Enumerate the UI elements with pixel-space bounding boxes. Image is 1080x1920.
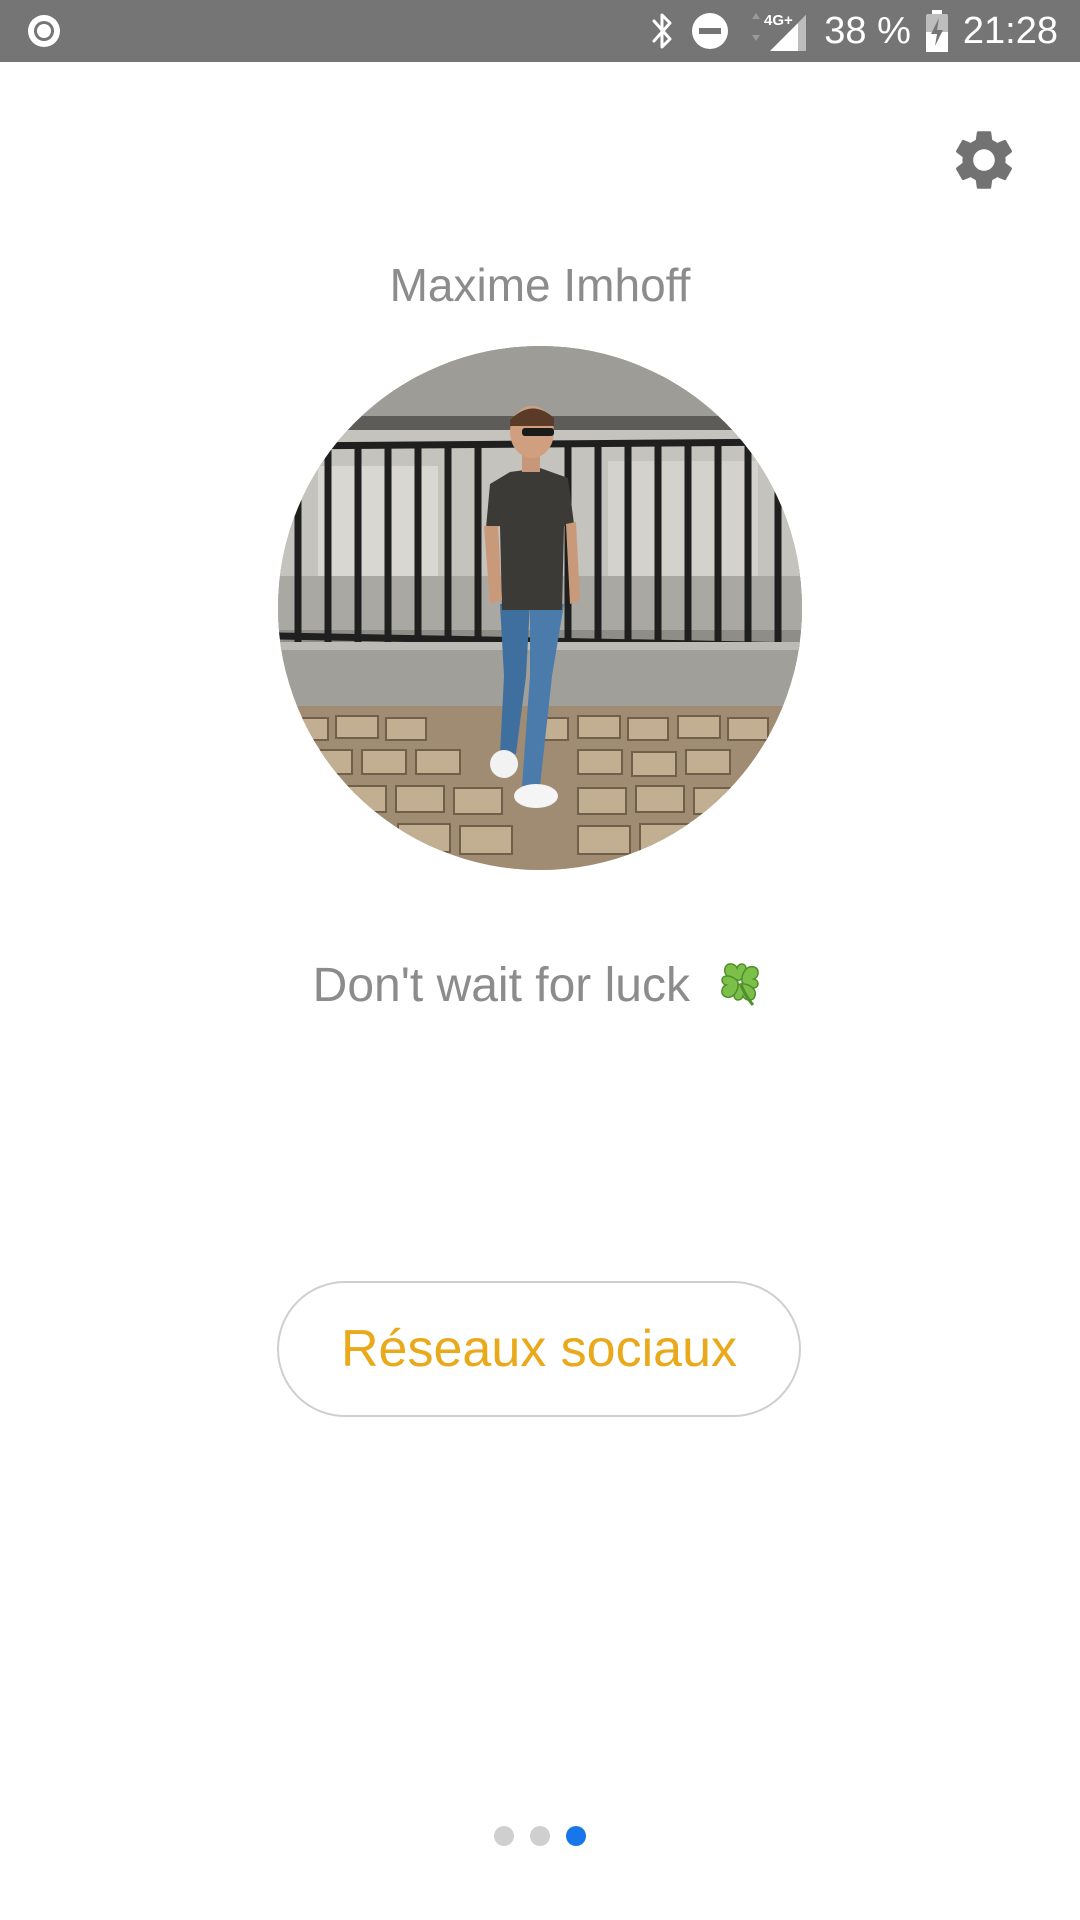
four-leaf-clover-icon: [713, 955, 767, 1021]
signal-icon: 4G+: [744, 9, 810, 53]
do-not-disturb-icon: [690, 11, 730, 51]
tagline-text: Don't wait for luck: [312, 959, 690, 1012]
bluetooth-icon: [650, 11, 676, 51]
network-type: 4G+: [764, 12, 793, 29]
gear-icon: [948, 124, 1020, 201]
settings-button[interactable]: [940, 118, 1028, 206]
social-networks-button[interactable]: Réseaux sociaux: [277, 1281, 801, 1417]
profile-avatar[interactable]: [278, 346, 802, 870]
battery-percent: 38 %: [824, 10, 911, 52]
battery-charging-icon: [925, 10, 949, 52]
page-indicator: [0, 1826, 1080, 1846]
profile-screen: 4G+ 38 % 21:28 Maxime Imhoff Don't wait …: [0, 0, 1080, 1920]
page-dot-2[interactable]: [530, 1826, 550, 1846]
status-right-group: 4G+ 38 % 21:28: [650, 0, 1058, 62]
page-dot-1[interactable]: [494, 1826, 514, 1846]
status-bar: 4G+ 38 % 21:28: [0, 0, 1080, 62]
profile-tagline: Don't wait for luck: [0, 955, 1080, 1021]
page-dot-3-active[interactable]: [566, 1826, 586, 1846]
profile-name: Maxime Imhoff: [389, 259, 691, 311]
record-icon: [26, 13, 62, 49]
clock: 21:28: [962, 10, 1058, 52]
